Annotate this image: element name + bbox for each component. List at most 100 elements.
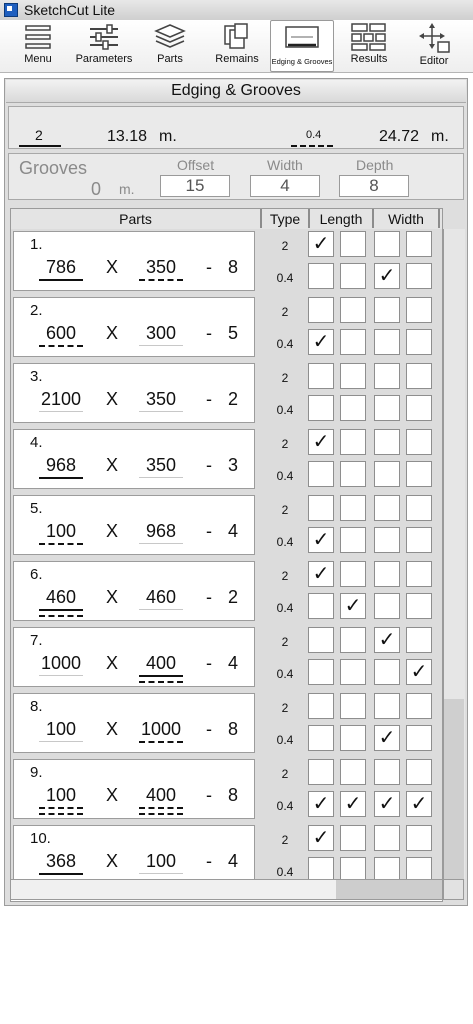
width-edge-checkbox[interactable] bbox=[406, 759, 432, 785]
width-edge-checkbox[interactable] bbox=[374, 693, 400, 719]
length-edge-checkbox[interactable] bbox=[340, 363, 366, 389]
part-card[interactable]: 4. 968 X 350 -3 bbox=[13, 429, 255, 489]
length-edge-checkbox[interactable] bbox=[308, 759, 334, 785]
part-card[interactable]: 8. 100 X 1000 -8 bbox=[13, 693, 255, 753]
editor-button[interactable]: Editor bbox=[408, 20, 460, 72]
length-edge-checkbox[interactable] bbox=[308, 363, 334, 389]
depth-field[interactable]: 8 bbox=[339, 175, 409, 197]
width-edge-checkbox[interactable] bbox=[374, 659, 400, 685]
length-edge-checkbox[interactable]: ✓ bbox=[308, 825, 334, 851]
horizontal-scroll-thumb[interactable] bbox=[336, 880, 442, 899]
header-type[interactable]: Type bbox=[262, 209, 310, 228]
length-edge-checkbox[interactable]: ✓ bbox=[308, 561, 334, 587]
part-card[interactable]: 7. 1000 X 400 -4 bbox=[13, 627, 255, 687]
length-edge-checkbox[interactable] bbox=[340, 659, 366, 685]
length-edge-checkbox[interactable] bbox=[308, 495, 334, 521]
width-edge-checkbox[interactable] bbox=[406, 725, 432, 751]
results-button[interactable]: Results bbox=[342, 20, 396, 72]
width-edge-checkbox[interactable] bbox=[374, 429, 400, 455]
width-edge-checkbox[interactable] bbox=[374, 495, 400, 521]
width-edge-checkbox[interactable]: ✓ bbox=[374, 725, 400, 751]
length-edge-checkbox[interactable] bbox=[308, 297, 334, 323]
table-row[interactable]: 7. 1000 X 400 -4 2 0.4 ✓ ✓ bbox=[11, 625, 442, 691]
width-edge-checkbox[interactable] bbox=[374, 329, 400, 355]
table-row[interactable]: 2. 600 X 300 -5 2 0.4 ✓ bbox=[11, 295, 442, 361]
part-card[interactable]: 9. 100 X 400 -8 bbox=[13, 759, 255, 819]
width-edge-checkbox[interactable] bbox=[406, 527, 432, 553]
table-row[interactable]: 1. 786 X 350 -8 2 0.4 ✓ ✓ bbox=[11, 229, 442, 295]
width-edge-checkbox[interactable]: ✓ bbox=[406, 791, 432, 817]
length-edge-checkbox[interactable]: ✓ bbox=[308, 329, 334, 355]
length-edge-checkbox[interactable] bbox=[308, 593, 334, 619]
table-row[interactable]: 8. 100 X 1000 -8 2 0.4 ✓ bbox=[11, 691, 442, 757]
header-length[interactable]: Length bbox=[310, 209, 374, 228]
width-edge-checkbox[interactable] bbox=[406, 395, 432, 421]
parameters-button[interactable]: Parameters bbox=[72, 20, 136, 72]
header-width[interactable]: Width bbox=[374, 209, 440, 228]
width-edge-checkbox[interactable] bbox=[374, 395, 400, 421]
width-edge-checkbox[interactable]: ✓ bbox=[374, 791, 400, 817]
width-edge-checkbox[interactable] bbox=[406, 329, 432, 355]
width-edge-checkbox[interactable] bbox=[374, 825, 400, 851]
length-edge-checkbox[interactable] bbox=[340, 329, 366, 355]
length-edge-checkbox[interactable] bbox=[340, 231, 366, 257]
parts-button[interactable]: Parts bbox=[145, 20, 195, 72]
table-row[interactable]: 3. 2100 X 350-2 2 0.4 bbox=[11, 361, 442, 427]
remains-button[interactable]: Remains bbox=[210, 20, 264, 72]
length-edge-checkbox[interactable] bbox=[340, 561, 366, 587]
length-edge-checkbox[interactable] bbox=[308, 263, 334, 289]
offset-field[interactable]: 15 bbox=[160, 175, 230, 197]
length-edge-checkbox[interactable]: ✓ bbox=[308, 429, 334, 455]
length-edge-checkbox[interactable] bbox=[340, 461, 366, 487]
part-card[interactable]: 6. 460 X 460-2 bbox=[13, 561, 255, 621]
length-edge-checkbox[interactable] bbox=[308, 659, 334, 685]
width-edge-checkbox[interactable] bbox=[406, 561, 432, 587]
length-edge-checkbox[interactable] bbox=[308, 725, 334, 751]
table-row[interactable]: 6. 460 X 460-2 2 0.4 ✓ ✓ bbox=[11, 559, 442, 625]
width-edge-checkbox[interactable] bbox=[374, 461, 400, 487]
menu-button[interactable]: Menu bbox=[10, 20, 66, 72]
vertical-scroll-thumb[interactable] bbox=[444, 699, 464, 879]
length-edge-checkbox[interactable] bbox=[340, 627, 366, 653]
width-edge-checkbox[interactable] bbox=[406, 429, 432, 455]
length-edge-checkbox[interactable] bbox=[340, 263, 366, 289]
width-edge-checkbox[interactable]: ✓ bbox=[374, 263, 400, 289]
part-card[interactable]: 2. 600 X 300 -5 bbox=[13, 297, 255, 357]
length-edge-checkbox[interactable] bbox=[308, 461, 334, 487]
part-card[interactable]: 5. 100 X 968 -4 bbox=[13, 495, 255, 555]
width-edge-checkbox[interactable] bbox=[374, 363, 400, 389]
length-edge-checkbox[interactable]: ✓ bbox=[308, 231, 334, 257]
length-edge-checkbox[interactable] bbox=[340, 759, 366, 785]
width-edge-checkbox[interactable] bbox=[374, 759, 400, 785]
width-edge-checkbox[interactable] bbox=[406, 461, 432, 487]
length-edge-checkbox[interactable]: ✓ bbox=[308, 527, 334, 553]
width-field[interactable]: 4 bbox=[250, 175, 320, 197]
length-edge-checkbox[interactable]: ✓ bbox=[340, 791, 366, 817]
width-edge-checkbox[interactable] bbox=[374, 231, 400, 257]
width-edge-checkbox[interactable] bbox=[406, 363, 432, 389]
part-card[interactable]: 1. 786 X 350 -8 bbox=[13, 231, 255, 291]
width-edge-checkbox[interactable] bbox=[374, 527, 400, 553]
length-edge-checkbox[interactable] bbox=[340, 693, 366, 719]
width-edge-checkbox[interactable] bbox=[374, 593, 400, 619]
width-edge-checkbox[interactable] bbox=[406, 693, 432, 719]
part-card[interactable]: 3. 2100 X 350 -2 bbox=[13, 363, 255, 423]
length-edge-checkbox[interactable] bbox=[308, 627, 334, 653]
length-edge-checkbox[interactable] bbox=[308, 693, 334, 719]
length-edge-checkbox[interactable] bbox=[340, 395, 366, 421]
edging-grooves-button[interactable]: Edging & Grooves bbox=[270, 20, 334, 72]
width-edge-checkbox[interactable]: ✓ bbox=[374, 627, 400, 653]
width-edge-checkbox[interactable] bbox=[406, 495, 432, 521]
length-edge-checkbox[interactable] bbox=[340, 527, 366, 553]
length-edge-checkbox[interactable] bbox=[340, 725, 366, 751]
length-edge-checkbox[interactable] bbox=[340, 297, 366, 323]
table-row[interactable]: 5. 100 X 968 -4 2 0.4 ✓ bbox=[11, 493, 442, 559]
table-row[interactable]: 4. 968 X 350 -3 2 0.4 ✓ bbox=[11, 427, 442, 493]
header-parts[interactable]: Parts bbox=[11, 209, 262, 228]
width-edge-checkbox[interactable] bbox=[406, 627, 432, 653]
width-edge-checkbox[interactable]: ✓ bbox=[406, 659, 432, 685]
length-edge-checkbox[interactable]: ✓ bbox=[340, 593, 366, 619]
table-row[interactable]: 9. 100 X 400-8 2 0.4 ✓ ✓ ✓ ✓ bbox=[11, 757, 442, 823]
width-edge-checkbox[interactable] bbox=[374, 297, 400, 323]
width-edge-checkbox[interactable] bbox=[406, 593, 432, 619]
